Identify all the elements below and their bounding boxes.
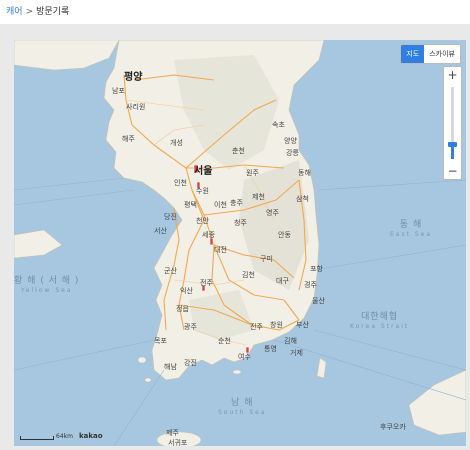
city-label-samcheok: 삼척 xyxy=(296,195,309,203)
island xyxy=(144,377,152,383)
map-view[interactable]: 황 해 ( 서 해 ) Yellow Sea 동 해 East Sea 대한해협 Ko… xyxy=(14,40,466,446)
city-label-seosan: 서산 xyxy=(154,227,167,235)
city-label-jeongeup: 정읍 xyxy=(176,305,189,313)
zoom-control: + − xyxy=(443,66,462,180)
scale-bar-label: 64km xyxy=(56,433,73,440)
sea-label-south-sea: 남 해 South Sea xyxy=(218,398,267,416)
city-label-andong: 안동 xyxy=(278,231,291,239)
city-label-pohang: 포항 xyxy=(310,265,323,273)
zoom-slider-handle[interactable] xyxy=(448,141,457,147)
city-label-yangyang: 양양 xyxy=(284,137,297,145)
city-label-tongyeong: 통영 xyxy=(264,345,277,353)
city-label-wonju: 원주 xyxy=(246,169,259,177)
map-graphic[interactable] xyxy=(14,40,466,446)
city-label-gimhae: 김해 xyxy=(284,337,297,345)
city-label-cheongju: 청주 xyxy=(234,219,247,227)
land-china xyxy=(14,40,120,71)
sea-label-korea-strait: 대한해협 Korea Strait xyxy=(350,312,410,330)
map-type-map-button[interactable]: 지도 xyxy=(401,45,425,63)
city-label-gumi: 구미 xyxy=(260,255,273,263)
city-label-changwon: 창원 xyxy=(270,321,283,329)
city-label-gwangju: 광주 xyxy=(184,323,197,331)
city-label-seogwipo: 서귀포 xyxy=(168,439,188,446)
city-label-cheonan: 천안 xyxy=(196,217,209,225)
zoom-out-button[interactable]: − xyxy=(444,163,461,179)
city-label-chuncheon: 춘천 xyxy=(232,147,245,155)
breadcrumb-parent-link[interactable]: 캐어 xyxy=(6,7,23,17)
city-label-pyeongtaek: 평택 xyxy=(184,201,197,209)
city-label-busan: 부산 xyxy=(296,321,309,329)
city-label-fukuoka: 후쿠오카 xyxy=(380,423,406,431)
city-label-gangneung: 강릉 xyxy=(286,149,299,157)
city-label-sokcho: 속초 xyxy=(272,121,285,129)
city-label-chungju: 충주 xyxy=(230,199,243,207)
breadcrumb-current: 방문기록 xyxy=(36,7,70,17)
breadcrumb: 캐어 > 방문기록 xyxy=(6,4,69,17)
island xyxy=(137,356,147,364)
zoom-in-button[interactable]: + xyxy=(444,67,461,83)
city-label-suncheon: 순천 xyxy=(218,337,231,345)
city-label-gimcheon: 김천 xyxy=(242,271,255,279)
city-label-suwon: 수원 xyxy=(196,187,209,195)
city-label-daejeon: 대전 xyxy=(214,246,227,254)
city-label-seoul: 서울 xyxy=(194,166,213,177)
city-label-daegu: 대구 xyxy=(276,277,289,285)
city-label-ulsan: 울산 xyxy=(312,297,325,305)
city-label-mokpo: 목포 xyxy=(154,337,167,345)
city-label-pyongyang: 평양 xyxy=(124,72,143,83)
city-label-jeonju: 전주 xyxy=(200,279,213,287)
city-label-dangjin: 당진 xyxy=(164,213,177,221)
zoom-slider-track[interactable] xyxy=(448,87,457,159)
zoom-slider-fill xyxy=(451,144,454,159)
breadcrumb-separator: > xyxy=(25,7,34,17)
land-tsushima xyxy=(316,357,327,379)
city-label-gyeongju: 경주 xyxy=(304,281,317,289)
city-label-yeosu: 여수 xyxy=(238,353,251,361)
city-label-haenam: 해남 xyxy=(164,363,177,371)
scale-bar-line xyxy=(20,436,54,440)
city-label-nampo: 남포 xyxy=(112,87,125,95)
city-label-jecheon: 제천 xyxy=(252,193,265,201)
city-label-gunsan: 군산 xyxy=(164,267,177,275)
island xyxy=(232,369,242,375)
city-label-jeju: 제주 xyxy=(166,429,179,437)
sea-label-yellow-sea: 황 해 ( 서 해 ) Yellow Sea xyxy=(14,276,80,294)
land-shandong xyxy=(14,229,63,259)
city-label-iksan: 익산 xyxy=(180,287,193,295)
city-label-kaesong: 개성 xyxy=(170,139,183,147)
city-label-haeju: 해주 xyxy=(122,135,135,143)
city-label-sariwon: 사리원 xyxy=(126,103,146,111)
city-label-donghae: 동해 xyxy=(298,169,311,177)
city-label-gangjin: 강진 xyxy=(184,359,197,367)
city-label-yeongju: 영주 xyxy=(266,209,279,217)
scale-bar: 64km kakao xyxy=(20,432,103,440)
map-type-control: 지도 스카이뷰 xyxy=(400,44,461,64)
map-type-skyview-button[interactable]: 스카이뷰 xyxy=(424,45,460,63)
kakao-logo: kakao xyxy=(78,432,103,440)
city-label-incheon: 인천 xyxy=(174,179,187,187)
city-label-jinju: 진주 xyxy=(250,323,263,331)
city-label-icheon: 이천 xyxy=(214,201,227,209)
city-label-sejong: 세종 xyxy=(202,231,215,239)
city-label-geoje: 거제 xyxy=(290,349,303,357)
land-japan xyxy=(408,369,466,436)
sea-label-east-sea: 동 해 East Sea xyxy=(390,220,433,238)
